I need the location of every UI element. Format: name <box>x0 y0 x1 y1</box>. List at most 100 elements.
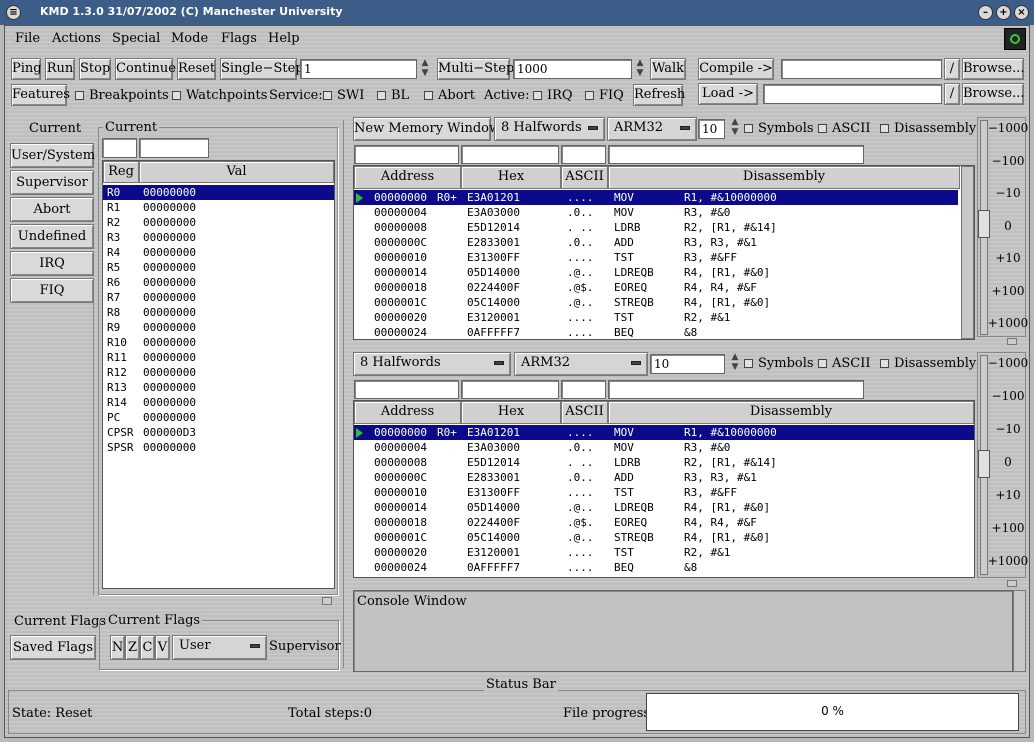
close-icon[interactable]: × <box>1014 5 1029 20</box>
register-row[interactable]: R5 00000000 <box>103 260 334 275</box>
memory-row[interactable]: 00000010 E31300FF.... TST R3, #&FF <box>354 485 974 500</box>
memory-row[interactable]: 0000001C 05C14000 .@.. STREQB R4, [R1, #&0] <box>354 530 974 545</box>
memory2-ascii-checkbox[interactable]: ASCII <box>818 356 871 371</box>
register-row[interactable]: SPSR 00000000 <box>103 440 334 455</box>
register-row[interactable]: R1 00000000 <box>103 200 334 215</box>
memory1-col-disassembly[interactable]: Disassembly <box>608 166 960 189</box>
memory2-col-ascii[interactable]: ASCII <box>561 401 608 424</box>
scale-tick-label[interactable]: +10 <box>985 251 1031 265</box>
register-row[interactable]: R13 00000000 <box>103 380 334 395</box>
memory-row[interactable]: 00000014 05D14000 .@.. LDREQB R4, [R1, #&0] <box>354 500 974 515</box>
scale-tick-label[interactable]: +1000 <box>985 554 1031 568</box>
memory1-disassembly-filter[interactable] <box>608 145 864 164</box>
memory2-size-select[interactable]: 8 Halfwords <box>353 352 511 376</box>
memory2-disassembly-filter[interactable] <box>608 380 864 399</box>
memory-row[interactable]: 00000000 R0+ E3A01201.... MOV R1, #&10000000 <box>354 190 958 205</box>
mode-abort-button[interactable]: Abort <box>10 197 94 222</box>
register-row[interactable]: R10 00000000 <box>103 335 334 350</box>
compile-path-button[interactable]: / <box>944 58 960 80</box>
memory-row[interactable]: 00000010 E31300FF.... TST R3, #&FF <box>354 250 958 265</box>
register-row[interactable]: R4 00000000 <box>103 245 334 260</box>
menu-actions[interactable]: Actions <box>52 31 101 46</box>
memory-row[interactable]: 00000018 0224400F .@$. EOREQ R4, R4, #&F <box>354 515 974 530</box>
register-row[interactable]: R12 00000000 <box>103 365 334 380</box>
scale-tick-label[interactable]: 0 <box>985 455 1031 469</box>
memory2-symbols-checkbox[interactable]: Symbols <box>744 356 814 371</box>
mode-user-system-button[interactable]: User/System <box>10 143 95 168</box>
watchpoints-checkbox[interactable]: Watchpoints <box>172 88 267 103</box>
menu-special[interactable]: Special <box>112 31 160 46</box>
memory1-col-address[interactable]: Address <box>354 166 461 189</box>
memory1-count-spinner[interactable]: ▲ ▼ <box>730 117 740 139</box>
single-step-spinner[interactable]: ▲ ▼ <box>420 58 430 80</box>
mode-irq-button[interactable]: IRQ <box>10 251 94 276</box>
memory1-symbols-checkbox[interactable]: Symbols <box>744 121 814 136</box>
memory1-address-filter[interactable] <box>354 145 459 164</box>
register-col-val[interactable]: Val <box>139 161 334 183</box>
memory2-col-address[interactable]: Address <box>354 401 461 424</box>
scale-tick-label[interactable]: −100 <box>985 389 1031 403</box>
scale-tick-label[interactable]: −1000 <box>985 121 1031 135</box>
memory2-col-hex[interactable]: Hex <box>461 401 561 424</box>
memory2-count-spinner[interactable]: ▲ ▼ <box>730 352 740 374</box>
memory-row[interactable]: 0000001C 05C14000 .@.. STREQB R4, [R1, #&0] <box>354 295 958 310</box>
memory-row[interactable]: 00000000 R0+ E3A01201.... MOV R1, #&10000000 <box>354 425 974 440</box>
flag-z-button[interactable]: Z <box>125 635 140 660</box>
load-browse-button[interactable]: Browse... <box>962 83 1024 105</box>
register-row[interactable]: R0 00000000 <box>103 185 334 200</box>
scale-tick-label[interactable]: +100 <box>985 521 1031 535</box>
memory2-hex-filter[interactable] <box>461 380 559 399</box>
memory2-address-filter[interactable] <box>354 380 459 399</box>
menu-help[interactable]: Help <box>268 31 300 46</box>
menu-mode[interactable]: Mode <box>171 31 208 46</box>
scale-tick-label[interactable]: −10 <box>985 186 1031 200</box>
saved-flags-button[interactable]: Saved Flags <box>10 635 96 660</box>
scale-tick-label[interactable]: +1000 <box>985 316 1031 330</box>
abort-checkbox[interactable]: Abort <box>424 88 475 103</box>
stop-button[interactable]: Stop <box>79 58 111 80</box>
memory1-col-hex[interactable]: Hex <box>461 166 561 189</box>
resize-grip-icon[interactable] <box>1007 580 1017 587</box>
vertical-splitter[interactable] <box>343 120 351 668</box>
memory2-count-input[interactable]: 10 <box>650 354 725 374</box>
bl-checkbox[interactable]: BL <box>377 88 409 103</box>
memory1-scrollbar[interactable] <box>961 166 974 339</box>
memory1-ascii-filter[interactable] <box>561 145 606 164</box>
refresh-button[interactable]: Refresh <box>633 84 685 106</box>
multi-step-count-input[interactable]: 1000 <box>513 59 632 79</box>
maximize-icon[interactable]: + <box>996 5 1011 20</box>
load-button[interactable]: Load -> <box>698 83 758 105</box>
multi-step-button[interactable]: Multi−Step <box>437 58 514 80</box>
scale-tick-label[interactable]: −10 <box>985 422 1031 436</box>
register-row[interactable]: PC 00000000 <box>103 410 334 425</box>
register-row[interactable]: R14 00000000 <box>103 395 334 410</box>
memory-row[interactable]: 0000000C E2833001 .0.. ADD R3, R3, #&1 <box>354 470 974 485</box>
memory1-arch-select[interactable]: ARM32 <box>607 117 697 141</box>
memory-row[interactable]: 00000024 0AFFFFF7.... BEQ &8 <box>354 560 974 575</box>
console-scrollbar[interactable] <box>1013 590 1026 672</box>
register-row[interactable]: R9 00000000 <box>103 320 334 335</box>
resize-grip-icon[interactable] <box>1007 338 1017 345</box>
register-value-input[interactable] <box>139 138 209 158</box>
flag-c-button[interactable]: C <box>140 635 155 660</box>
scale-tick-label[interactable]: +100 <box>985 284 1031 298</box>
continue-button[interactable]: Continue <box>115 58 176 80</box>
register-row[interactable]: R7 00000000 <box>103 290 334 305</box>
memory-row[interactable]: 0000000C E2833001 .0.. ADD R3, R3, #&1 <box>354 235 958 250</box>
register-col-reg[interactable]: Reg <box>103 161 139 183</box>
compile-browse-button[interactable]: Browse... <box>962 58 1024 80</box>
minimize-icon[interactable]: – <box>978 5 993 20</box>
flag-v-button[interactable]: V <box>155 635 170 660</box>
memory2-disassembly-checkbox[interactable]: Disassembly <box>880 356 976 371</box>
fiq-checkbox[interactable]: FIQ <box>585 88 624 103</box>
register-row[interactable]: CPSR 000000D3 <box>103 425 334 440</box>
load-file-input[interactable] <box>763 84 942 104</box>
window-menu-icon[interactable]: ≡ <box>6 5 21 20</box>
scale-tick-label[interactable]: 0 <box>985 219 1031 233</box>
register-row[interactable]: R11 00000000 <box>103 350 334 365</box>
run-button[interactable]: Run <box>45 58 75 80</box>
memory1-col-ascii[interactable]: ASCII <box>561 166 608 189</box>
memory-row[interactable]: 00000024 0AFFFFF7.... BEQ &8 <box>354 325 958 339</box>
memory1-size-select[interactable]: 8 Halfwords <box>494 117 605 141</box>
multi-step-spinner[interactable]: ▲ ▼ <box>635 58 645 80</box>
